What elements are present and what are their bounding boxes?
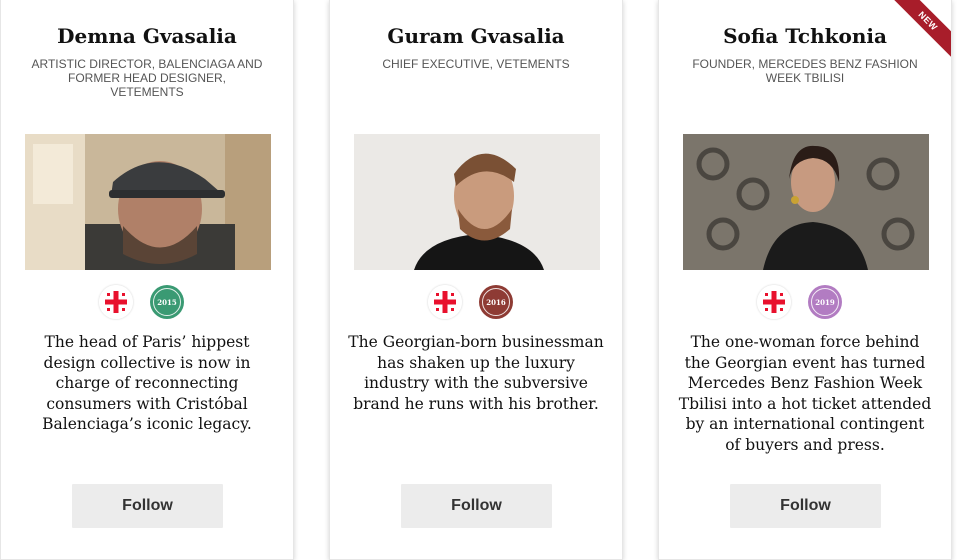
person-role: Founder, Mercedes Benz Fashion Week Tbil… bbox=[692, 57, 918, 85]
person-name[interactable]: Guram Gvasalia bbox=[330, 24, 622, 48]
person-photo[interactable] bbox=[354, 134, 600, 270]
georgia-flag-icon bbox=[99, 285, 133, 319]
person-photo[interactable] bbox=[683, 134, 929, 270]
person-photo[interactable] bbox=[25, 134, 271, 270]
profile-card-guram-gvasalia: Guram Gvasalia Chief Executive, Vetement… bbox=[329, 0, 623, 560]
year-badge: 2019 bbox=[808, 285, 842, 319]
year-badge: 2016 bbox=[479, 285, 513, 319]
year-label: 2016 bbox=[486, 297, 506, 307]
person-name[interactable]: Demna Gvasalia bbox=[1, 24, 293, 48]
year-badge: 2015 bbox=[150, 285, 184, 319]
year-label: 2019 bbox=[815, 297, 835, 307]
profile-card-sofia-tchkonia: NEW Sofia Tchkonia Founder, Mercedes Ben… bbox=[658, 0, 952, 560]
person-description: The Georgian-born businessman has shaken… bbox=[348, 333, 604, 413]
follow-button[interactable]: Follow bbox=[401, 484, 552, 528]
person-role: Artistic Director, Balenciaga and Former… bbox=[31, 57, 263, 99]
georgia-flag-icon bbox=[428, 285, 462, 319]
person-role: Chief Executive, Vetements bbox=[382, 57, 570, 71]
georgia-flag-icon bbox=[757, 285, 791, 319]
person-description: The head of Paris’ hippest design collec… bbox=[42, 333, 252, 433]
person-description: The one-woman force behind the Georgian … bbox=[678, 333, 932, 454]
person-name[interactable]: Sofia Tchkonia bbox=[659, 24, 951, 48]
profile-card-demna-gvasalia: Demna Gvasalia Artistic Director, Balenc… bbox=[0, 0, 294, 560]
follow-button[interactable]: Follow bbox=[72, 484, 223, 528]
year-label: 2015 bbox=[157, 297, 177, 307]
follow-button[interactable]: Follow bbox=[730, 484, 881, 528]
